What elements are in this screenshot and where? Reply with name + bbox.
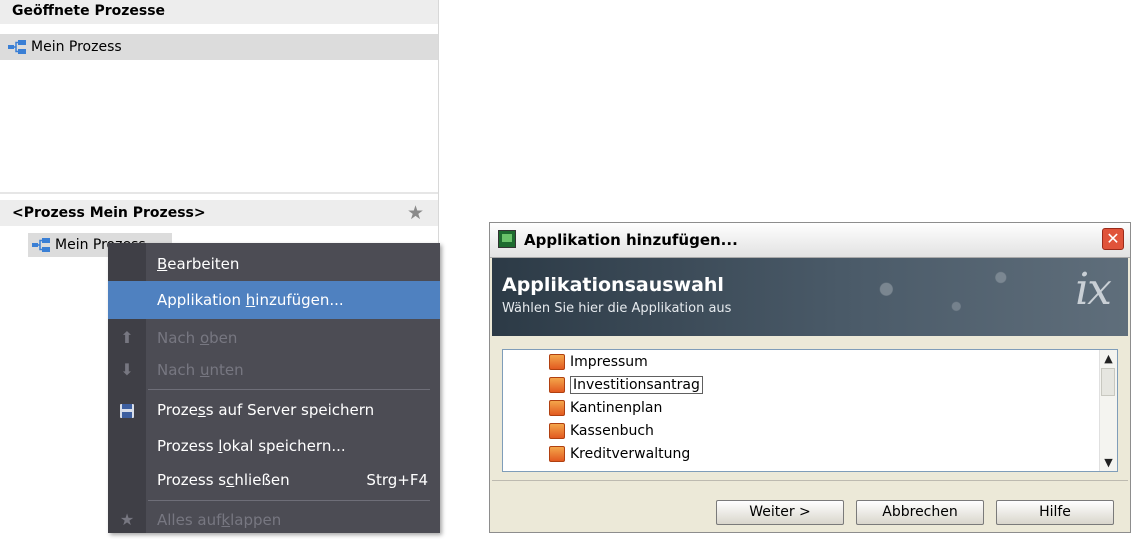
- arrow-down-icon: ⬇: [120, 360, 134, 379]
- button-separator: [492, 480, 1128, 481]
- list-item[interactable]: Kreditverwaltung: [549, 443, 690, 465]
- menu-label-pre: Nach: [157, 361, 200, 379]
- add-application-dialog: Applikation hinzufügen... ✕ Applikations…: [489, 222, 1131, 533]
- dialog-banner: Applikationsauswahl Wählen Sie hier die …: [492, 258, 1128, 336]
- application-icon: [549, 377, 565, 393]
- list-item[interactable]: Impressum: [549, 351, 648, 373]
- scroll-up-icon[interactable]: ▲: [1100, 350, 1117, 367]
- list-item-selected[interactable]: Investitionsantrag: [549, 374, 703, 396]
- process-icon: [8, 40, 26, 54]
- open-process-label: Mein Prozess: [31, 39, 122, 55]
- menu-item-save-server[interactable]: Prozess auf Server speichern: [108, 391, 440, 429]
- application-icon: [549, 446, 565, 462]
- list-item-label: Investitionsantrag: [570, 376, 703, 394]
- application-icon: [549, 354, 565, 370]
- star-icon: ★: [119, 510, 135, 529]
- shortcut-label: Strg+F4: [366, 471, 428, 489]
- dialog-titlebar[interactable]: Applikation hinzufügen... ✕: [490, 223, 1130, 258]
- list-scrollbar[interactable]: ▲ ▼: [1099, 350, 1117, 471]
- menu-item-expand-all[interactable]: ★ Alles aufklappen: [108, 501, 440, 539]
- next-button[interactable]: Weiter >: [716, 500, 844, 525]
- open-processes-header: Geöffnete Prozesse: [0, 0, 438, 24]
- menu-item-move-down[interactable]: ⬇ Nach unten: [108, 351, 440, 389]
- menu-label-post: inzufügen...: [255, 291, 344, 309]
- menu-item-edit[interactable]: Bearbeiten: [108, 245, 440, 283]
- close-button[interactable]: ✕: [1102, 228, 1124, 250]
- process-header-label: <Prozess Mein Prozess>: [12, 205, 206, 221]
- menu-item-add-application[interactable]: Applikation hinzufügen...: [108, 281, 440, 319]
- menu-label-post: ben: [209, 329, 238, 347]
- scroll-down-icon[interactable]: ▼: [1100, 454, 1117, 471]
- list-item[interactable]: Kassenbuch: [549, 420, 654, 442]
- menu-label-post: nten: [209, 361, 244, 379]
- menu-label-pre: Nach: [157, 329, 200, 347]
- menu-label-pre: Prozess: [157, 437, 219, 455]
- help-button[interactable]: Hilfe: [996, 500, 1114, 525]
- context-menu: Bearbeiten Applikation hinzufügen... ⬆ N…: [108, 243, 440, 533]
- list-item[interactable]: Kantinenplan: [549, 397, 662, 419]
- menu-label-post: hließen: [234, 471, 290, 489]
- scroll-thumb[interactable]: [1101, 368, 1115, 396]
- banner-title: Applikationsauswahl: [502, 274, 724, 296]
- ix-logo: ix: [1075, 264, 1112, 315]
- floppy-disk-icon: [118, 391, 136, 429]
- application-window-icon: [498, 230, 516, 248]
- cancel-button[interactable]: Abbrechen: [856, 500, 984, 525]
- menu-label-pre: Prozess s: [157, 471, 227, 489]
- menu-item-save-local[interactable]: Prozess lokal speichern...: [108, 427, 440, 465]
- menu-mnemonic: k: [221, 511, 231, 529]
- banner-subtitle: Wählen Sie hier die Applikation aus: [502, 301, 732, 316]
- process-icon: [32, 238, 50, 252]
- menu-label-post: lappen: [230, 511, 282, 529]
- panel-divider: [0, 192, 438, 194]
- menu-mnemonic: B: [157, 255, 168, 273]
- list-item-label: Kantinenplan: [570, 400, 663, 416]
- list-item-label: Impressum: [570, 354, 648, 370]
- menu-separator: [148, 389, 430, 390]
- menu-mnemonic: o: [199, 329, 210, 347]
- menu-label-pre: Alles auf: [157, 511, 222, 529]
- application-icon: [549, 423, 565, 439]
- menu-label-post: earbeiten: [167, 255, 240, 273]
- open-process-item[interactable]: Mein Prozess: [0, 34, 438, 60]
- application-icon: [549, 400, 565, 416]
- process-section-header: <Prozess Mein Prozess> ★: [0, 200, 438, 226]
- list-item-label: Kassenbuch: [570, 423, 654, 439]
- menu-mnemonic: h: [245, 291, 256, 309]
- menu-mnemonic: s: [197, 401, 206, 419]
- application-list[interactable]: Impressum Investitionsantrag Kantinenpla…: [502, 349, 1118, 472]
- menu-label-post: okal speichern...: [222, 437, 346, 455]
- menu-label-pre: Applikation: [157, 291, 246, 309]
- menu-label-pre: Proze: [157, 401, 198, 419]
- dialog-title: Applikation hinzufügen...: [524, 231, 738, 249]
- menu-item-close-process[interactable]: Prozess schließen Strg+F4: [108, 461, 440, 499]
- list-item-label: Kreditverwaltung: [570, 446, 691, 462]
- menu-label-post: s auf Server speichern: [205, 401, 375, 419]
- favorite-star-icon[interactable]: ★: [407, 202, 424, 224]
